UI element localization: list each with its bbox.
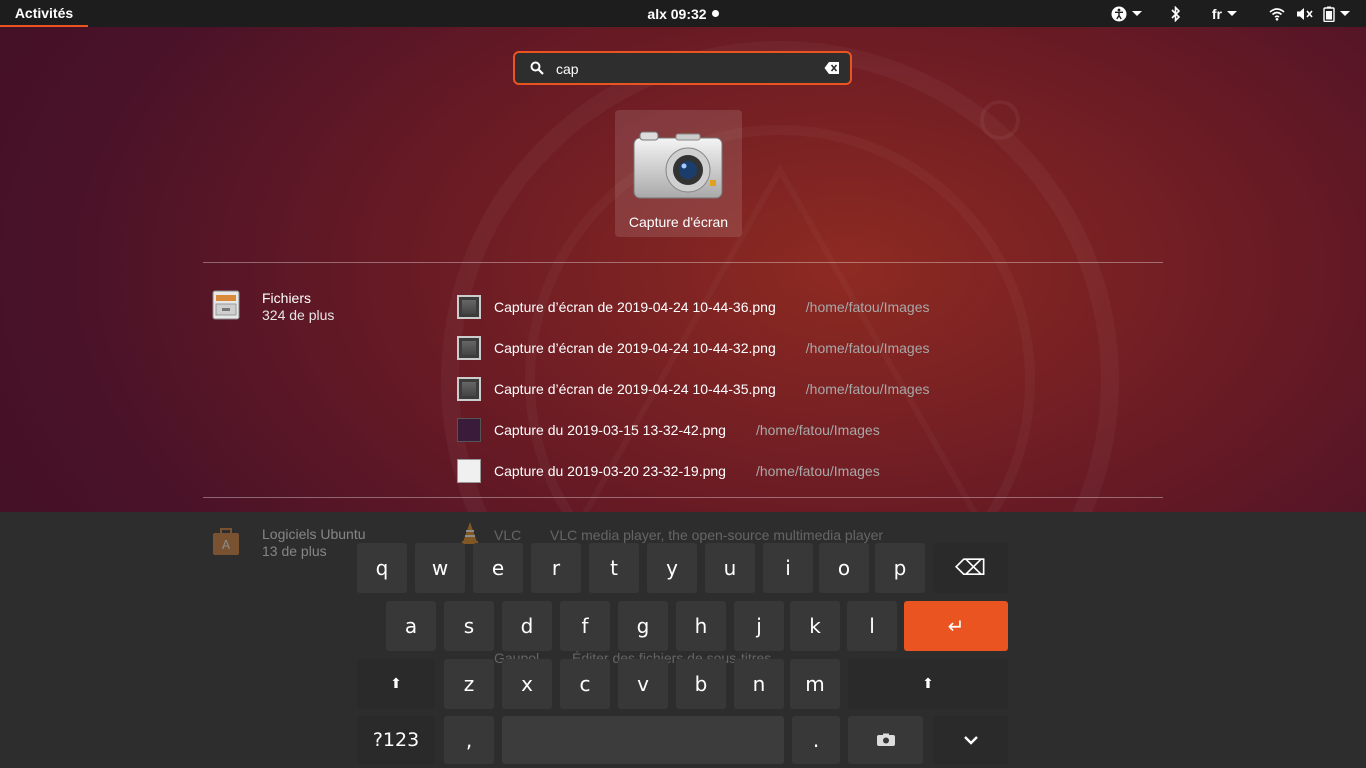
files-provider[interactable]: Fichiers 324 de plus — [211, 290, 334, 324]
bluetooth-indicator[interactable] — [1170, 5, 1182, 22]
shift-key-right[interactable]: ⬆ — [848, 659, 1008, 709]
chevron-down-icon — [1227, 11, 1237, 16]
files-provider-text: Fichiers 324 de plus — [262, 290, 334, 324]
search-icon — [530, 61, 544, 75]
file-path: /home/fatou/Images — [805, 339, 930, 356]
file-name: Capture du 2019-03-20 23-32-19.png — [494, 462, 726, 479]
system-menu[interactable] — [1269, 6, 1350, 22]
key-j[interactable]: j — [734, 601, 784, 651]
software-bag-icon: A — [213, 528, 239, 555]
vlc-icon — [462, 522, 478, 544]
key-d[interactable]: d — [502, 601, 552, 651]
bluetooth-icon — [1171, 5, 1181, 22]
key-q[interactable]: q — [357, 543, 407, 593]
image-thumbnail — [457, 335, 481, 360]
svg-text:A: A — [222, 538, 231, 552]
provider-name: Fichiers — [262, 290, 312, 306]
software-result[interactable]: VLC VLC media player, the open-source mu… — [494, 527, 883, 543]
file-name: Capture du 2019-03-15 13-32-42.png — [494, 421, 726, 438]
backspace-key[interactable]: ⌫ — [933, 543, 1008, 593]
notification-dot — [711, 10, 719, 17]
app-result-screenshot[interactable]: Capture d'écran — [615, 110, 742, 237]
camera-icon — [633, 131, 723, 199]
key-h[interactable]: h — [676, 601, 726, 651]
key-b[interactable]: b — [676, 659, 726, 709]
numbers-key[interactable]: ?123 — [357, 716, 435, 764]
separator — [203, 262, 1163, 263]
file-result[interactable]: Capture d’écran de 2019-04-24 10-44-32.p… — [457, 327, 1157, 368]
key-e[interactable]: e — [473, 543, 523, 593]
search-input[interactable] — [554, 58, 818, 80]
image-thumbnail — [457, 376, 481, 401]
image-thumbnail — [457, 458, 481, 483]
language-menu[interactable]: fr — [1212, 6, 1237, 22]
key-s[interactable]: s — [444, 601, 494, 651]
file-result[interactable]: Capture du 2019-03-20 23-32-19.png /home… — [457, 450, 1157, 491]
period-key[interactable]: . — [792, 716, 840, 764]
image-thumbnail — [457, 294, 481, 319]
battery-icon — [1323, 6, 1335, 22]
key-g[interactable]: g — [618, 601, 668, 651]
key-t[interactable]: t — [589, 543, 639, 593]
file-result[interactable]: Capture d’écran de 2019-04-24 10-44-35.p… — [457, 368, 1157, 409]
enter-key[interactable]: ↵ — [904, 601, 1008, 651]
key-a[interactable]: a — [386, 601, 436, 651]
key-p[interactable]: p — [875, 543, 925, 593]
file-name: Capture d’écran de 2019-04-24 10-44-35.p… — [494, 380, 776, 397]
provider-more: 324 de plus — [262, 307, 335, 323]
key-l[interactable]: l — [847, 601, 897, 651]
key-u[interactable]: u — [705, 543, 755, 593]
software-provider[interactable]: A Logiciels Ubuntu 13 de plus — [211, 526, 366, 560]
key-v[interactable]: v — [618, 659, 668, 709]
key-f[interactable]: f — [560, 601, 610, 651]
file-cabinet-icon — [212, 290, 240, 320]
wifi-icon — [1269, 7, 1285, 21]
clear-icon[interactable] — [824, 61, 840, 75]
provider-more: 13 de plus — [262, 543, 327, 559]
key-m[interactable]: m — [790, 659, 840, 709]
software-provider-text: Logiciels Ubuntu 13 de plus — [262, 526, 366, 560]
chevron-down-icon — [1131, 11, 1142, 16]
language-label: fr — [1211, 5, 1222, 22]
file-name: Capture d’écran de 2019-04-24 10-44-32.p… — [494, 339, 776, 356]
software-desc: VLC media player, the open-source multim… — [550, 527, 884, 543]
key-c[interactable]: c — [560, 659, 610, 709]
key-o[interactable]: o — [819, 543, 869, 593]
file-results-list: Capture d’écran de 2019-04-24 10-44-36.p… — [457, 286, 1157, 491]
file-path: /home/fatou/Images — [805, 298, 930, 315]
search-field[interactable] — [513, 51, 852, 85]
file-result[interactable]: Capture d’écran de 2019-04-24 10-44-36.p… — [457, 286, 1157, 327]
key-r[interactable]: r — [531, 543, 581, 593]
app-result-label: Capture d'écran — [628, 214, 729, 230]
key-z[interactable]: z — [444, 659, 494, 709]
image-thumbnail — [457, 417, 481, 442]
key-n[interactable]: n — [734, 659, 784, 709]
file-path: /home/fatou/Images — [755, 462, 880, 479]
software-name: VLC — [494, 527, 522, 543]
key-x[interactable]: x — [502, 659, 552, 709]
comma-key[interactable]: , — [444, 716, 494, 764]
volume-muted-icon — [1297, 7, 1313, 20]
emoji-icon — [876, 733, 895, 746]
file-path: /home/fatou/Images — [805, 380, 930, 397]
separator — [203, 497, 1163, 498]
key-i[interactable]: i — [763, 543, 813, 593]
emoji-key[interactable] — [848, 716, 923, 764]
key-w[interactable]: w — [415, 543, 465, 593]
system-tray: fr — [1111, 0, 1366, 27]
hide-keyboard-key[interactable] — [933, 716, 1008, 764]
file-result[interactable]: Capture du 2019-03-15 13-32-42.png /home… — [457, 409, 1157, 450]
key-y[interactable]: y — [647, 543, 697, 593]
chevron-down-icon — [963, 736, 978, 745]
provider-name: Logiciels Ubuntu — [262, 526, 366, 542]
key-k[interactable]: k — [790, 601, 840, 651]
file-path: /home/fatou/Images — [755, 421, 880, 438]
shift-key[interactable]: ⬆ — [357, 659, 435, 709]
space-key[interactable] — [502, 716, 784, 764]
file-name: Capture d’écran de 2019-04-24 10-44-36.p… — [494, 298, 776, 315]
chevron-down-icon — [1340, 11, 1350, 16]
